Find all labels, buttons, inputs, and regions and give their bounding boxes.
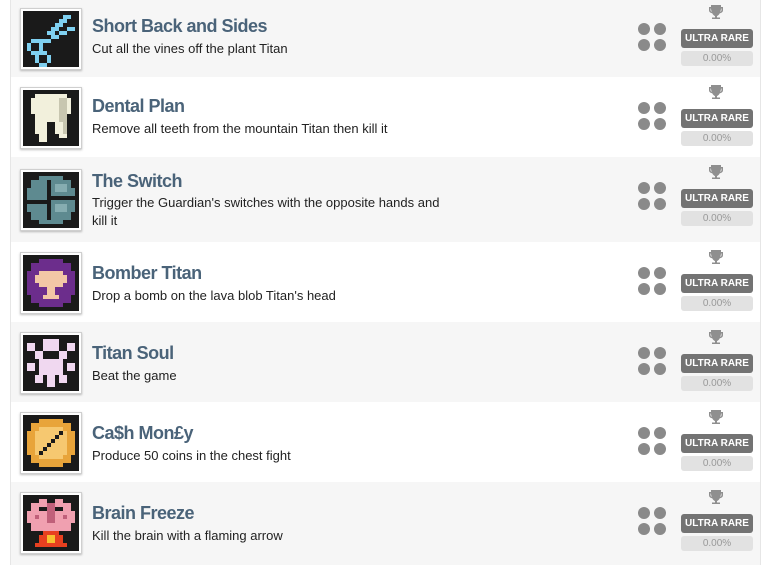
rarity-badge: ULTRA RARE bbox=[681, 189, 753, 208]
trophy-icon bbox=[708, 164, 724, 180]
unlock-percent: 0.00% bbox=[681, 211, 753, 226]
achievement-row[interactable]: The Switch Trigger the Guardian's switch… bbox=[11, 157, 760, 242]
rarity-badge: ULTRA RARE bbox=[681, 514, 753, 533]
rarity-badge: ULTRA RARE bbox=[681, 274, 753, 293]
trophy-icon bbox=[708, 409, 724, 425]
progress-dots-icon bbox=[638, 347, 668, 377]
unlock-percent: 0.00% bbox=[681, 376, 753, 391]
achievement-description: Beat the game bbox=[92, 368, 177, 383]
achievement-title: Titan Soul bbox=[92, 343, 174, 363]
progress-dots-icon bbox=[638, 427, 668, 457]
trophy-icon bbox=[708, 84, 724, 100]
achievement-title: Brain Freeze bbox=[92, 503, 195, 523]
achievement-description: Drop a bomb on the lava blob Titan's hea… bbox=[92, 288, 336, 303]
progress-dots-icon bbox=[638, 102, 668, 132]
progress-dots-icon bbox=[638, 23, 668, 53]
unlock-percent: 0.00% bbox=[681, 456, 753, 471]
rarity-badge: ULTRA RARE bbox=[681, 354, 753, 373]
achievement-title: Dental Plan bbox=[92, 96, 185, 116]
trophy-icon bbox=[708, 329, 724, 345]
achievement-description: Trigger the Guardian's switches with the… bbox=[92, 195, 440, 228]
achievement-description: Remove all teeth from the mountain Titan… bbox=[92, 121, 388, 136]
flaming-brain-icon bbox=[20, 492, 82, 554]
rarity-badge: ULTRA RARE bbox=[681, 434, 753, 453]
achievement-list: Short Back and Sides Cut all the vines o… bbox=[10, 0, 761, 565]
titan-soul-icon bbox=[20, 332, 82, 394]
achievement-row[interactable]: Bomber Titan Drop a bomb on the lava blo… bbox=[11, 242, 760, 322]
trophy-icon bbox=[708, 4, 724, 20]
achievement-title: Short Back and Sides bbox=[92, 16, 268, 36]
trophy-icon bbox=[708, 489, 724, 505]
progress-dots-icon bbox=[638, 267, 668, 297]
bomb-blast-icon bbox=[20, 252, 82, 314]
unlock-percent: 0.00% bbox=[681, 296, 753, 311]
unlock-percent: 0.00% bbox=[681, 131, 753, 146]
rarity-badge: ULTRA RARE bbox=[681, 109, 753, 128]
achievement-description: Cut all the vines off the plant Titan bbox=[92, 41, 288, 56]
tooth-icon bbox=[20, 87, 82, 149]
achievement-title: Ca$h Mon£y bbox=[92, 423, 194, 443]
scissors-icon bbox=[20, 8, 82, 70]
unlock-percent: 0.00% bbox=[681, 536, 753, 551]
achievement-row[interactable]: Short Back and Sides Cut all the vines o… bbox=[11, 0, 760, 77]
achievement-description: Produce 50 coins in the chest fight bbox=[92, 448, 291, 463]
achievement-title: Bomber Titan bbox=[92, 263, 202, 283]
achievement-description: Kill the brain with a flaming arrow bbox=[92, 528, 283, 543]
guardian-switch-icon bbox=[20, 169, 82, 231]
achievement-row[interactable]: Ca$h Mon£y Produce 50 coins in the chest… bbox=[11, 402, 760, 482]
unlock-percent: 0.00% bbox=[681, 51, 753, 66]
rarity-badge: ULTRA RARE bbox=[681, 29, 753, 48]
trophy-icon bbox=[708, 249, 724, 265]
achievement-row[interactable]: Titan Soul Beat the game ULTRA RARE 0.00… bbox=[11, 322, 760, 402]
achievement-row[interactable]: Dental Plan Remove all teeth from the mo… bbox=[11, 77, 760, 157]
achievement-title: The Switch bbox=[92, 171, 183, 191]
coin-icon bbox=[20, 412, 82, 474]
progress-dots-icon bbox=[638, 507, 668, 537]
achievement-row[interactable]: Brain Freeze Kill the brain with a flami… bbox=[11, 482, 760, 565]
progress-dots-icon bbox=[638, 182, 668, 212]
